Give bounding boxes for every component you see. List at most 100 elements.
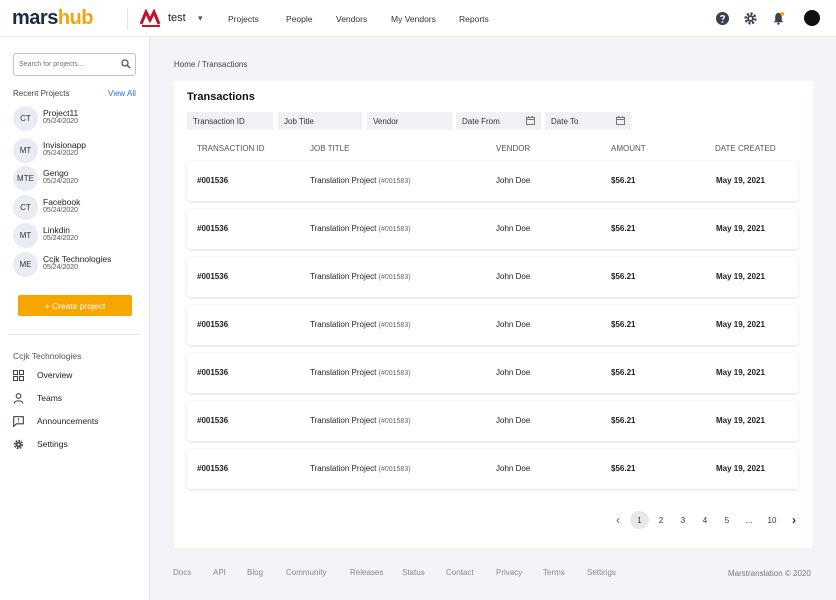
nav-my-vendors[interactable]: My Vendors bbox=[391, 0, 436, 37]
filter-vendor[interactable]: Vendor bbox=[367, 112, 452, 130]
pagination-page-3[interactable]: 3 bbox=[677, 511, 689, 529]
amount: $56.21 bbox=[611, 320, 636, 329]
pagination-next-button[interactable]: › bbox=[787, 511, 801, 529]
recent-project-item[interactable]: CT Facebook 05/24/2020 bbox=[13, 195, 143, 221]
footer-link-blog[interactable]: Blog bbox=[247, 568, 263, 577]
table-row[interactable]: #001536 Translation Project (#001583) Jo… bbox=[187, 257, 798, 297]
bell-icon[interactable] bbox=[771, 11, 786, 26]
pagination-page-2[interactable]: 2 bbox=[655, 511, 667, 529]
filter-label: Date To bbox=[551, 116, 579, 126]
vendor-name: John Doe bbox=[496, 368, 531, 377]
job-ref: (#001583) bbox=[378, 274, 411, 281]
footer-link-privacy[interactable]: Privacy bbox=[496, 568, 522, 577]
job-title-text: Translation Project bbox=[310, 224, 377, 233]
nav-vendors[interactable]: Vendors bbox=[336, 0, 367, 37]
amount: $56.21 bbox=[611, 368, 636, 377]
sidebar-item-announcements[interactable]: Announcements bbox=[13, 414, 143, 428]
sidebar-item-teams[interactable]: Teams bbox=[13, 391, 143, 405]
project-name: Linkdin bbox=[43, 225, 70, 235]
column-header[interactable]: AMOUNT bbox=[611, 144, 646, 153]
table-row[interactable]: #001536 Translation Project (#001583) Jo… bbox=[187, 209, 798, 249]
date-created: May 19, 2021 bbox=[716, 224, 765, 233]
transaction-id: #001536 bbox=[197, 224, 229, 233]
pagination-page-10[interactable]: 10 bbox=[764, 511, 780, 529]
footer-link-releases[interactable]: Releases bbox=[350, 568, 383, 577]
page-title: Transactions bbox=[187, 91, 255, 103]
gear-icon[interactable] bbox=[743, 11, 758, 26]
job-title-text: Translation Project bbox=[310, 176, 377, 185]
column-header[interactable]: JOB TITLE bbox=[310, 144, 349, 153]
filter-date-to[interactable]: Date To bbox=[545, 112, 631, 130]
sidebar-item-settings[interactable]: Settings bbox=[13, 437, 143, 451]
job-title: Translation Project (#001583) bbox=[310, 464, 411, 473]
table-row[interactable]: #001536 Translation Project (#001583) Jo… bbox=[187, 353, 798, 393]
pagination-page-4[interactable]: 4 bbox=[699, 511, 711, 529]
chevron-down-icon[interactable]: ▾ bbox=[198, 13, 203, 24]
job-ref: (#001583) bbox=[378, 322, 411, 329]
footer-link-status[interactable]: Status bbox=[402, 568, 425, 577]
project-name: Ccjk Technologies bbox=[43, 254, 112, 264]
footer-link-docs[interactable]: Docs bbox=[173, 568, 191, 577]
nav-label: Reports bbox=[459, 13, 489, 24]
top-navbar: marshub test ▾ Projects People Vendors M… bbox=[0, 0, 836, 37]
search-input[interactable] bbox=[19, 55, 119, 74]
project-initials-avatar: ME bbox=[13, 252, 38, 277]
job-title: Translation Project (#001583) bbox=[310, 176, 411, 185]
pagination-ellipsis: ... bbox=[745, 515, 753, 525]
recent-project-item[interactable]: ME Ccjk Technologies 05/24/2020 bbox=[13, 252, 143, 278]
filter-date-from[interactable]: Date From bbox=[456, 112, 541, 130]
vendor-name: John Doe bbox=[496, 416, 531, 425]
table-row[interactable]: #001536 Translation Project (#001583) Jo… bbox=[187, 401, 798, 441]
calendar-icon[interactable] bbox=[526, 116, 535, 125]
marshub-logo[interactable]: marshub bbox=[12, 7, 93, 30]
breadcrumb[interactable]: Home / Transactions bbox=[174, 60, 247, 69]
footer-link-settings[interactable]: Settings bbox=[587, 568, 616, 577]
nav-label: Projects bbox=[228, 13, 259, 24]
filter-label: Transaction ID bbox=[193, 116, 245, 126]
recent-project-item[interactable]: CT Project11 05/24/2020 bbox=[13, 106, 143, 132]
user-avatar[interactable] bbox=[804, 10, 820, 26]
project-date: 05/24/2020 bbox=[43, 150, 79, 157]
date-created: May 19, 2021 bbox=[716, 176, 765, 185]
footer-link-contact[interactable]: Contact bbox=[446, 568, 474, 577]
table-row[interactable]: #001536 Translation Project (#001583) Jo… bbox=[187, 449, 798, 489]
footer-link-terms[interactable]: Terms bbox=[543, 568, 565, 577]
filter-transaction-id[interactable]: Transaction ID bbox=[187, 112, 273, 130]
pagination-page-5[interactable]: 5 bbox=[721, 511, 733, 529]
column-header[interactable]: VENDOR bbox=[496, 144, 530, 153]
date-created: May 19, 2021 bbox=[716, 368, 765, 377]
project-initials-avatar: CT bbox=[13, 106, 38, 131]
search-icon[interactable] bbox=[121, 59, 131, 69]
date-created: May 19, 2021 bbox=[716, 464, 765, 473]
logo-text-hub: hub bbox=[57, 7, 94, 29]
column-header[interactable]: TRANSACTION ID bbox=[197, 144, 265, 153]
nav-reports[interactable]: Reports bbox=[459, 0, 489, 37]
footer-link-api[interactable]: API bbox=[213, 568, 226, 577]
view-all-link[interactable]: View All bbox=[108, 89, 136, 98]
help-icon[interactable] bbox=[715, 11, 730, 26]
project-date: 05/24/2020 bbox=[43, 207, 79, 214]
job-title: Translation Project (#001583) bbox=[310, 224, 411, 233]
column-header[interactable]: DATE CREATED bbox=[715, 144, 776, 153]
sidebar-item-overview[interactable]: Overview bbox=[13, 368, 143, 382]
table-row[interactable]: #001536 Translation Project (#001583) Jo… bbox=[187, 161, 798, 201]
create-project-button[interactable]: + Create project bbox=[18, 295, 132, 316]
filter-label: Date From bbox=[462, 116, 500, 126]
workspace-name[interactable]: test bbox=[168, 12, 186, 24]
recent-project-item[interactable]: MT Invisionapp 05/24/2020 bbox=[13, 138, 143, 164]
nav-people[interactable]: People bbox=[286, 0, 312, 37]
footer-link-community[interactable]: Community bbox=[286, 568, 326, 577]
divider bbox=[9, 334, 141, 335]
recent-project-item[interactable]: MTE Gengo 05/24/2020 bbox=[13, 166, 143, 192]
person-icon bbox=[13, 392, 24, 404]
workspace-logo-icon[interactable] bbox=[140, 9, 162, 29]
nav-projects[interactable]: Projects bbox=[228, 0, 259, 37]
transactions-card: Transactions Transaction ID Job Title Ve… bbox=[174, 81, 813, 548]
recent-project-item[interactable]: MT Linkdin 05/24/2020 bbox=[13, 223, 143, 249]
pagination-page-1[interactable]: 1 bbox=[630, 511, 649, 529]
table-row[interactable]: #001536 Translation Project (#001583) Jo… bbox=[187, 305, 798, 345]
job-title: Translation Project (#001583) bbox=[310, 320, 411, 329]
pagination-prev-button[interactable]: ‹ bbox=[611, 511, 625, 529]
filter-job-title[interactable]: Job Title bbox=[278, 112, 362, 130]
calendar-icon[interactable] bbox=[616, 116, 625, 125]
